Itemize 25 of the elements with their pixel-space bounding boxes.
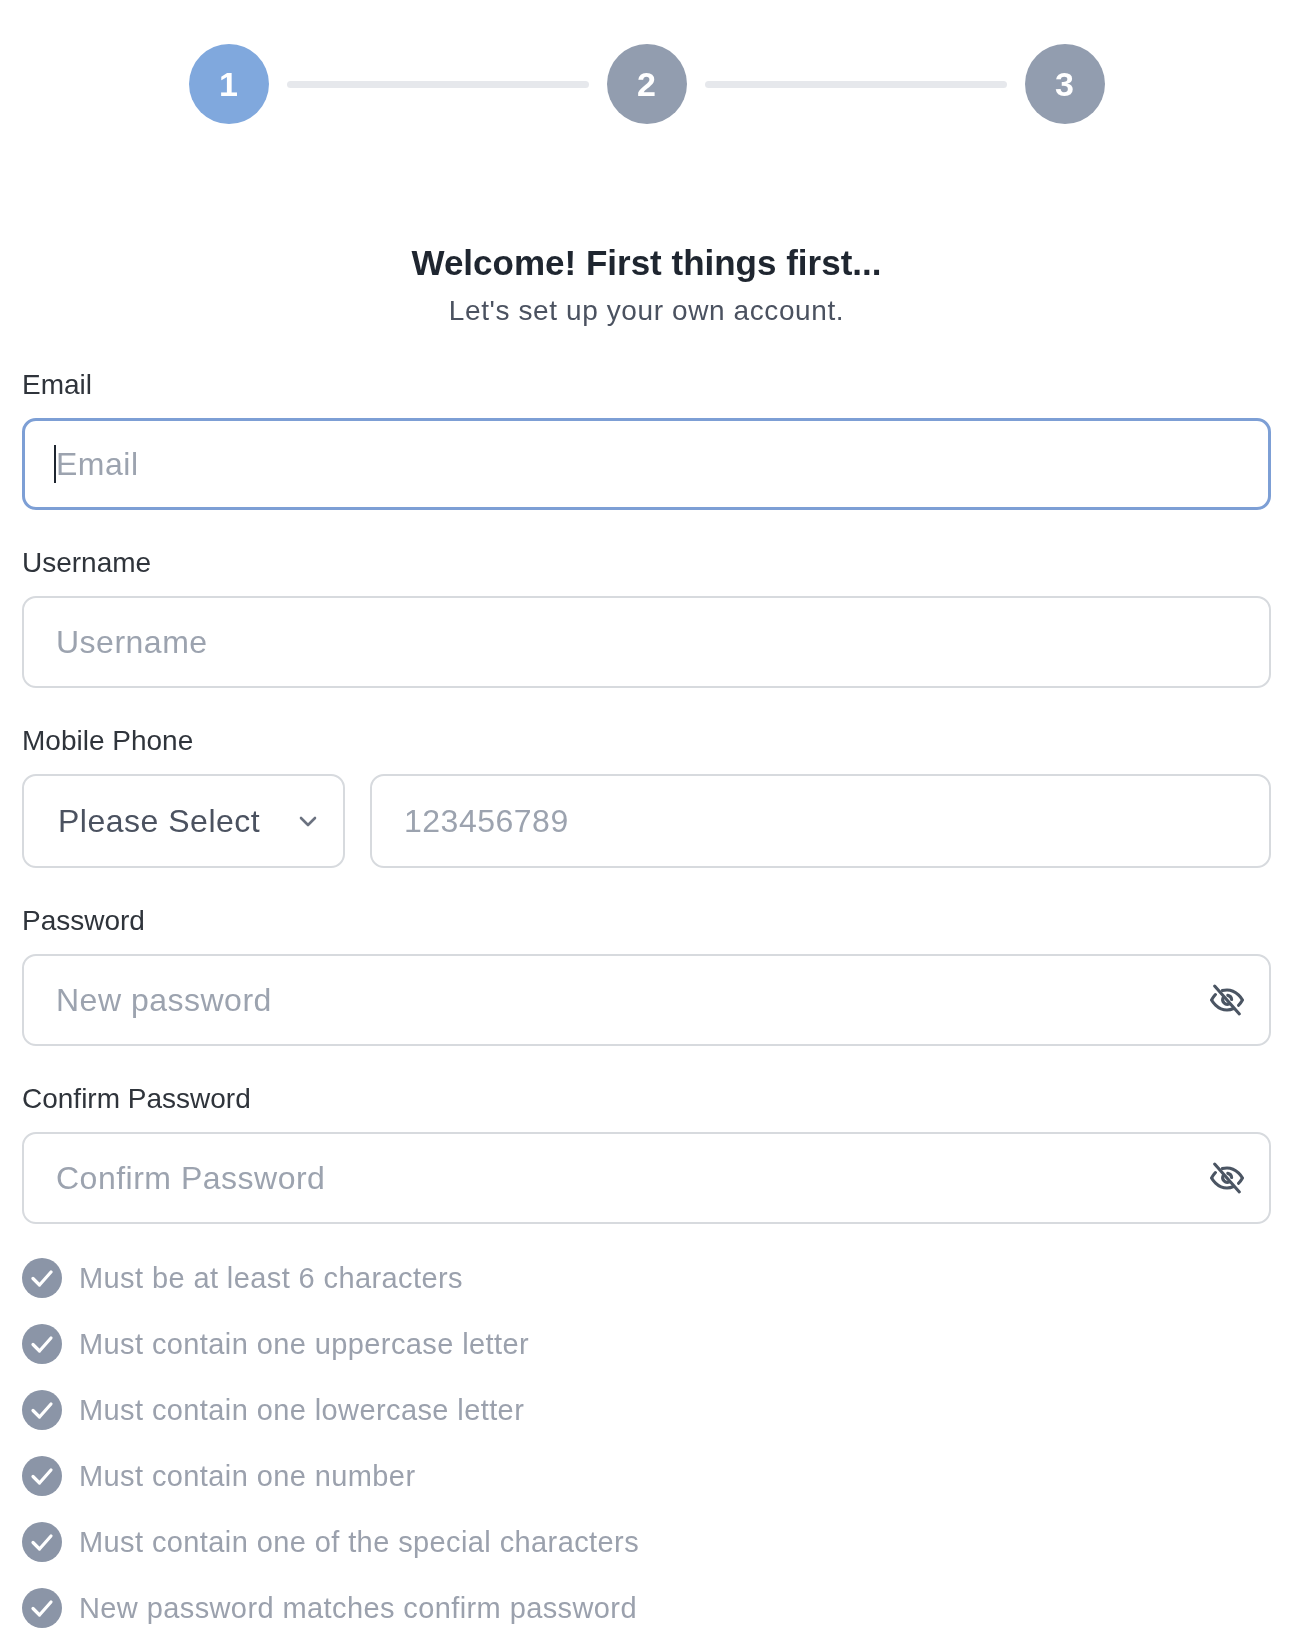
requirement-text: Must contain one of the special characters <box>79 1525 640 1560</box>
step-indicator: 1 <box>188 44 269 124</box>
welcome-title: Welcome! First things first... <box>410 242 883 284</box>
password-field[interactable]: New password <box>22 954 1271 1046</box>
step-indicator: 2 <box>606 44 687 124</box>
requirement-text: New password matches confirm password <box>79 1591 637 1626</box>
requirement-text: Must be at least 6 characters <box>79 1261 463 1296</box>
field-label: Username <box>22 546 152 580</box>
field-label: Email <box>22 368 92 402</box>
input-field[interactable]: Email <box>22 418 1271 510</box>
field-label: Confirm Password <box>22 1082 251 1116</box>
country-select[interactable]: Please Select <box>22 774 345 868</box>
chevron-down-icon <box>299 815 317 827</box>
requirement-text: Must contain one lowercase letter <box>79 1393 525 1428</box>
welcome-subtitle: Let's set up your own account. <box>447 294 846 328</box>
step-indicator: 3 <box>1024 44 1105 124</box>
phone-number-field[interactable]: 123456789 <box>370 774 1271 868</box>
requirement-text: Must contain one number <box>79 1459 416 1494</box>
text-cursor <box>54 445 56 483</box>
eye-slash-icon[interactable] <box>1210 983 1244 1017</box>
eye-slash-icon[interactable] <box>1210 1161 1244 1195</box>
password-field[interactable]: Confirm Password <box>22 1132 1271 1224</box>
requirement-text: Must contain one uppercase letter <box>79 1327 530 1362</box>
field-label: Mobile Phone <box>22 724 194 758</box>
field-label: Password <box>22 904 145 938</box>
